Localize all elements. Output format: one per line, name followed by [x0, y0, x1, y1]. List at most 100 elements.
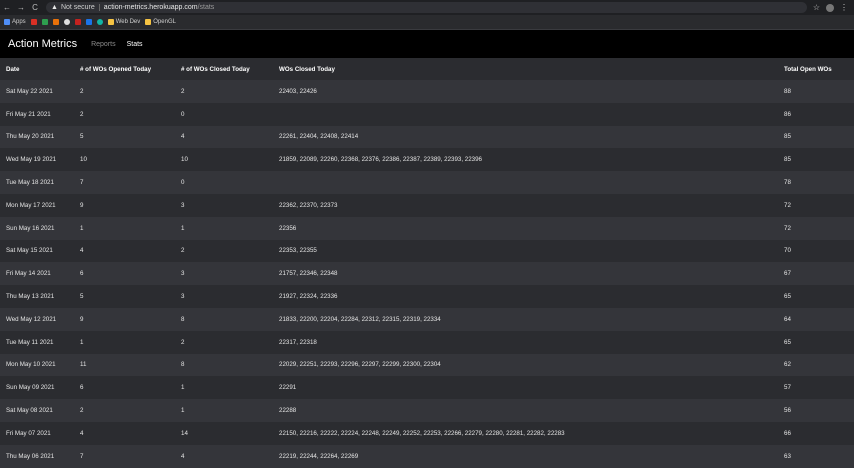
profile-avatar[interactable] — [826, 3, 834, 12]
address-divider — [98, 4, 100, 11]
cell-closed: 10 — [175, 148, 273, 172]
header-closed: # of WOs Closed Today — [175, 58, 273, 80]
bookmark-folder-opengl[interactable]: OpenGL — [145, 19, 176, 25]
cell-closed: 2 — [175, 239, 273, 263]
cell-date: Fri May 21 2021 — [0, 102, 74, 126]
url-host: action-metrics.herokuapp.com — [103, 4, 198, 11]
header-date: Date — [0, 58, 74, 80]
menu-icon[interactable]: ⋮ — [840, 3, 848, 12]
cell-opened: 2 — [74, 80, 175, 103]
table-row: Tue May 18 2021 7 0 78 — [0, 171, 854, 194]
nav-stats[interactable]: Stats — [127, 41, 143, 48]
bookmark-apps[interactable]: Apps — [4, 19, 26, 25]
cell-wos-closed: 22219, 22244, 22264, 22269 — [273, 444, 778, 468]
cell-opened: 7 — [74, 171, 175, 194]
cell-closed: 0 — [175, 102, 273, 126]
cell-wos-closed — [273, 102, 778, 126]
cell-opened: 1 — [74, 216, 175, 240]
table-row: Fri May 14 2021 6 3 21757, 22346, 22348 67 — [0, 262, 854, 286]
cell-opened: 6 — [74, 376, 175, 400]
cell-closed: 2 — [175, 80, 273, 103]
cell-total-open: 65 — [778, 285, 854, 308]
cell-closed: 3 — [175, 285, 273, 308]
cell-wos-closed: 21833, 22200, 22204, 22284, 22312, 22315… — [273, 307, 778, 331]
security-label: Not secure — [60, 4, 95, 11]
table-row: Tue May 11 2021 1 2 22317, 22318 65 — [0, 330, 854, 354]
brand-link[interactable]: Action Metrics — [8, 38, 77, 50]
cell-total-open: 56 — [778, 399, 854, 422]
browser-toolbar: ← → C ▲ Not secure action-metrics.heroku… — [0, 0, 854, 15]
cell-wos-closed: 22150, 22216, 22222, 22224, 22248, 22249… — [273, 421, 778, 445]
cell-date: Fri May 07 2021 — [0, 421, 74, 445]
bookmark-apps-label: Apps — [12, 19, 26, 25]
cell-wos-closed: 21859, 22089, 22260, 22368, 22376, 22386… — [273, 148, 778, 172]
bookmark-teal-icon[interactable] — [96, 19, 103, 25]
bookmark-green-icon[interactable] — [41, 19, 48, 25]
warning-icon[interactable]: ▲ — [51, 4, 58, 11]
cell-total-open: 85 — [778, 125, 854, 149]
stats-table: Date # of WOs Opened Today # of WOs Clos… — [0, 58, 854, 468]
reload-button[interactable]: C — [28, 3, 42, 12]
cell-date: Sun May 16 2021 — [0, 216, 74, 240]
table-body: Sat May 22 2021 2 2 22403, 22426 88 Fri May 2… — [0, 80, 854, 468]
table-row: Sat May 22 2021 2 2 22403, 22426 88 — [0, 80, 854, 103]
cell-closed: 1 — [175, 216, 273, 240]
table-row: Mon May 17 2021 9 3 22362, 22370, 22373 72 — [0, 193, 854, 217]
cell-opened: 6 — [74, 262, 175, 286]
bookmarks-bar: Apps Web Dev OpenGL — [0, 15, 854, 30]
address-bar[interactable]: ▲ Not secure action-metrics.herokuapp.co… — [46, 2, 807, 13]
cell-wos-closed: 22362, 22370, 22373 — [273, 193, 778, 217]
cell-opened: 5 — [74, 285, 175, 308]
cell-closed: 8 — [175, 353, 273, 377]
cell-opened: 2 — [74, 399, 175, 422]
forward-button[interactable]: → — [14, 3, 28, 12]
cell-wos-closed: 22288 — [273, 399, 778, 422]
cell-closed: 8 — [175, 307, 273, 331]
cell-total-open: 88 — [778, 80, 854, 103]
cell-closed: 3 — [175, 193, 273, 217]
cell-opened: 4 — [74, 421, 175, 445]
bookmark-folder-webdev[interactable]: Web Dev — [107, 19, 140, 25]
cell-wos-closed: 21757, 22346, 22348 — [273, 262, 778, 286]
cell-date: Tue May 18 2021 — [0, 171, 74, 194]
gmail-icon[interactable] — [30, 19, 37, 25]
cell-opened: 7 — [74, 444, 175, 468]
cell-wos-closed: 22403, 22426 — [273, 80, 778, 103]
cell-wos-closed — [273, 171, 778, 194]
cell-closed: 4 — [175, 444, 273, 468]
table-row: Sat May 08 2021 2 1 22288 56 — [0, 399, 854, 422]
table-row: Thu May 06 2021 7 4 22219, 22244, 22264, 22… — [0, 444, 854, 468]
cell-closed: 1 — [175, 399, 273, 422]
browser-controls: ☆ ⋮ — [813, 3, 854, 12]
cell-date: Thu May 20 2021 — [0, 125, 74, 149]
cell-date: Thu May 06 2021 — [0, 444, 74, 468]
cell-closed: 14 — [175, 421, 273, 445]
bookmark-opengl-label: OpenGL — [153, 19, 176, 25]
cell-wos-closed: 22317, 22318 — [273, 330, 778, 354]
bookmark-orange-icon[interactable] — [52, 19, 59, 25]
cell-total-open: 65 — [778, 330, 854, 354]
cell-date: Mon May 10 2021 — [0, 353, 74, 377]
cell-total-open: 62 — [778, 353, 854, 377]
github-icon[interactable] — [63, 19, 70, 25]
cell-opened: 9 — [74, 307, 175, 331]
back-button[interactable]: ← — [0, 3, 14, 12]
bookmark-red-icon[interactable] — [74, 19, 81, 25]
cell-closed: 1 — [175, 376, 273, 400]
nav-reports[interactable]: Reports — [91, 41, 116, 48]
apps-grid-icon — [4, 19, 10, 25]
cell-total-open: 57 — [778, 376, 854, 400]
cell-total-open: 78 — [778, 171, 854, 194]
folder-icon — [107, 19, 114, 25]
cell-total-open: 63 — [778, 444, 854, 468]
cell-closed: 3 — [175, 262, 273, 286]
cell-opened: 4 — [74, 239, 175, 263]
bookmark-blue-icon[interactable] — [85, 19, 92, 25]
table-row: Wed May 12 2021 9 8 21833, 22200, 22204, 22… — [0, 307, 854, 331]
url-path: /stats — [197, 4, 215, 11]
cell-total-open: 85 — [778, 148, 854, 172]
cell-date: Sat May 15 2021 — [0, 239, 74, 263]
cell-date: Sat May 22 2021 — [0, 80, 74, 103]
star-icon[interactable]: ☆ — [813, 3, 820, 12]
cell-wos-closed: 22353, 22355 — [273, 239, 778, 263]
